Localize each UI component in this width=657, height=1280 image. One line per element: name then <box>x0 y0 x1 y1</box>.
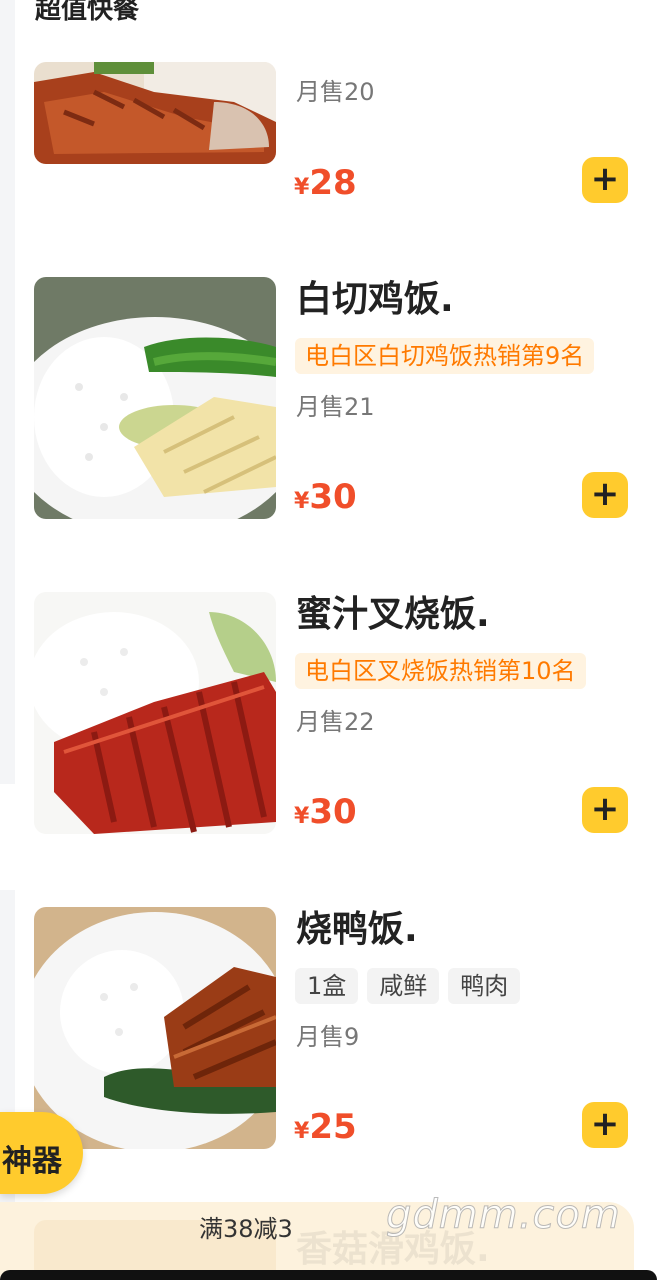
food-photo-char-siu <box>34 592 276 834</box>
plus-icon: + <box>590 159 620 199</box>
monthly-sales: 月售22 <box>296 708 375 736</box>
ranking-badge[interactable]: 电白区叉烧饭热销第10名 <box>295 653 586 689</box>
tag: 1盒 <box>295 968 359 1004</box>
item-name: 白切鸡饭. <box>296 279 454 320</box>
promo-discount-text: 满38减3 <box>199 1215 293 1243</box>
price: ¥28 <box>294 163 357 209</box>
currency-symbol: ¥ <box>294 804 310 829</box>
monthly-sales: 月售20 <box>296 78 375 106</box>
site-watermark: gdmm.com <box>386 1192 621 1239</box>
price-value: 30 <box>309 477 357 517</box>
menu-item[interactable]: 白切鸡饭. 电白区白切鸡饭热销第9名 月售21 ¥30 + <box>34 277 634 522</box>
menu-item[interactable]: 月售20 ¥28 + <box>34 0 634 205</box>
price-value: 28 <box>309 163 357 203</box>
menu-item[interactable]: 蜜汁叉烧饭. 电白区叉烧饭热销第10名 月售22 ¥30 + <box>34 592 634 837</box>
price: ¥30 <box>294 477 357 523</box>
item-tags: 1盒 咸鲜 鸭肉 <box>295 968 521 1004</box>
food-photo-roast-goose <box>34 62 276 164</box>
plus-icon: + <box>590 1104 620 1144</box>
monthly-sales: 月售9 <box>296 1023 360 1051</box>
food-photo-roast-duck <box>34 907 276 1149</box>
tag: 鸭肉 <box>448 968 521 1004</box>
sidebar-gap <box>0 784 15 890</box>
menu-item[interactable]: 烧鸭饭. 1盒 咸鲜 鸭肉 月售9 ¥25 + <box>34 907 634 1152</box>
currency-symbol: ¥ <box>294 175 310 200</box>
price: ¥30 <box>294 792 357 838</box>
add-to-cart-button[interactable]: + <box>582 787 628 833</box>
add-to-cart-button[interactable]: + <box>582 1102 628 1148</box>
item-name: 烧鸭饭. <box>296 909 418 950</box>
floating-tool-label: 神器 <box>2 1144 62 1179</box>
food-photo-white-cut-chicken <box>34 277 276 519</box>
currency-symbol: ¥ <box>294 489 310 514</box>
monthly-sales: 月售21 <box>296 393 375 421</box>
price-value: 30 <box>309 792 357 832</box>
bottom-cart-bar[interactable] <box>0 1270 657 1280</box>
add-to-cart-button[interactable]: + <box>582 157 628 203</box>
price-value: 25 <box>309 1107 357 1147</box>
floating-tool-button[interactable]: 神器 <box>0 1112 83 1194</box>
tag: 咸鲜 <box>367 968 440 1004</box>
plus-icon: + <box>590 789 620 829</box>
add-to-cart-button[interactable]: + <box>582 472 628 518</box>
ranking-badge[interactable]: 电白区白切鸡饭热销第9名 <box>295 338 595 374</box>
item-name: 蜜汁叉烧饭. <box>296 594 490 635</box>
currency-symbol: ¥ <box>294 1119 310 1144</box>
category-sidebar[interactable] <box>0 0 15 1280</box>
price: ¥25 <box>294 1107 357 1153</box>
plus-icon: + <box>590 474 620 514</box>
